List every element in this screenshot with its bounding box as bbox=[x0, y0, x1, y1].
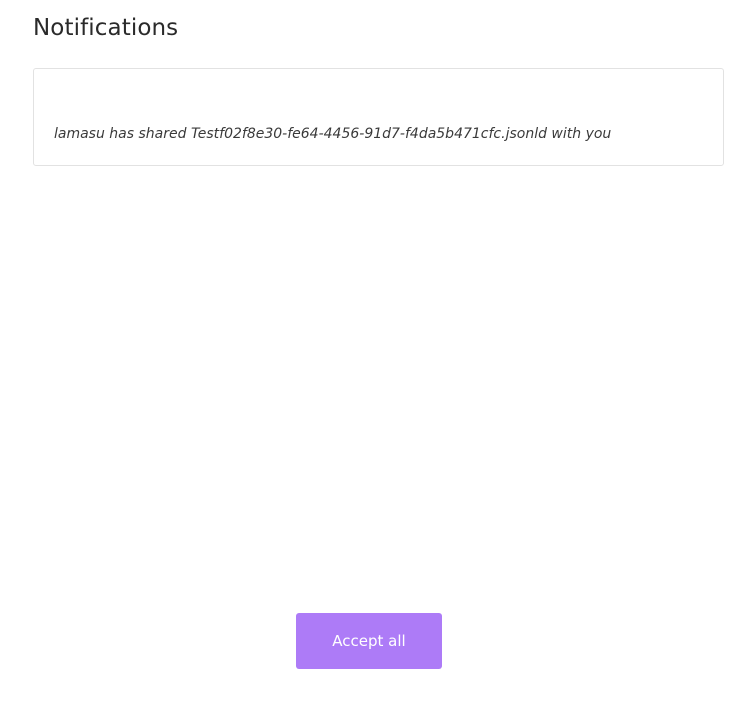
page-title: Notifications bbox=[33, 15, 179, 41]
notifications-panel: lamasu has shared Testf02f8e30-fe64-4456… bbox=[33, 68, 724, 166]
accept-all-button[interactable]: Accept all bbox=[296, 613, 442, 669]
notification-item: lamasu has shared Testf02f8e30-fe64-4456… bbox=[54, 126, 612, 142]
